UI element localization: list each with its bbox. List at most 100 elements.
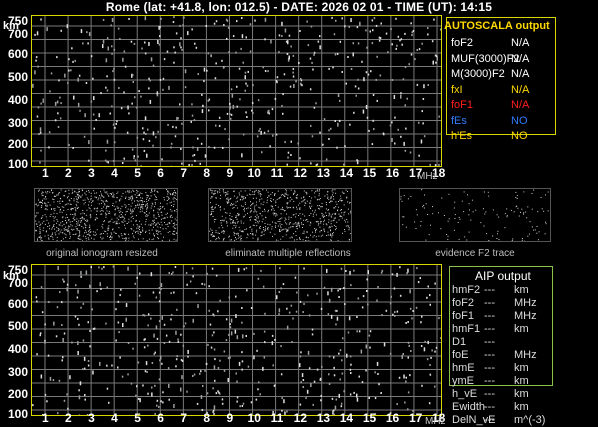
- noise-point: [389, 302, 392, 305]
- thumb-point: [149, 232, 151, 234]
- thumb-point: [330, 201, 332, 203]
- noise-point: [344, 25, 346, 28]
- thumb-point: [60, 198, 62, 200]
- thumb-point: [73, 219, 75, 221]
- thumb-point: [304, 204, 306, 206]
- thumb-point: [133, 208, 135, 210]
- thumb-point: [71, 192, 73, 194]
- thumb-point: [237, 200, 239, 202]
- thumb-point: [154, 202, 156, 204]
- thumb-point: [72, 191, 74, 193]
- noise-point: [369, 30, 371, 33]
- thumb-point: [220, 222, 222, 224]
- thumb-point: [115, 201, 117, 203]
- thumb-point: [125, 196, 127, 198]
- noise-point: [361, 60, 363, 63]
- x-tick: 11: [270, 166, 284, 180]
- noise-point: [78, 389, 80, 392]
- noise-point: [159, 78, 162, 81]
- thumb-point: [253, 207, 255, 209]
- thumb-point: [224, 212, 226, 214]
- noise-point: [320, 307, 323, 310]
- thumb-point: [484, 213, 486, 215]
- noise-point: [401, 354, 403, 359]
- thumb-point: [297, 224, 299, 226]
- noise-point: [391, 273, 394, 276]
- thumb-point: [274, 194, 276, 195]
- noise-point: [158, 405, 160, 408]
- thumb-point: [329, 213, 331, 215]
- thumb-point: [74, 214, 76, 216]
- thumb-point: [65, 236, 67, 238]
- thumb-point: [319, 189, 320, 191]
- thumb-point: [129, 198, 131, 200]
- noise-point: [408, 344, 410, 347]
- thumb-point: [210, 228, 212, 230]
- thumb-point: [309, 205, 311, 207]
- noise-point: [333, 374, 336, 377]
- thumb-point: [151, 223, 153, 225]
- noise-point: [303, 267, 305, 270]
- thumb-point: [53, 217, 55, 219]
- thumb-point: [158, 215, 160, 217]
- thumb-point: [127, 240, 129, 241]
- thumb-point: [82, 240, 83, 241]
- noise-point: [35, 56, 38, 59]
- thumb-point: [326, 224, 328, 226]
- noise-point: [229, 102, 231, 105]
- noise-point: [328, 67, 330, 70]
- thumb-point: [65, 234, 67, 236]
- noise-point: [59, 96, 61, 99]
- thumb-point: [45, 203, 47, 205]
- thumb-point: [105, 200, 107, 202]
- thumb-point: [118, 215, 120, 217]
- thumb-point: [253, 211, 255, 213]
- noise-point: [229, 326, 232, 329]
- thumb-point: [211, 196, 212, 198]
- thumb-point: [174, 218, 176, 220]
- noise-point: [284, 28, 287, 33]
- noise-point: [130, 382, 133, 385]
- noise-point: [230, 113, 233, 116]
- noise-point: [168, 398, 170, 401]
- thumb-point: [305, 240, 307, 241]
- thumb-point: [153, 209, 155, 211]
- thumb-point: [49, 204, 51, 206]
- noise-point: [105, 86, 107, 89]
- noise-point: [222, 147, 224, 149]
- thumb-point: [222, 190, 224, 192]
- noise-point: [68, 69, 70, 72]
- noise-point: [152, 64, 155, 67]
- thumb-point: [48, 237, 50, 239]
- thumb-point: [454, 218, 456, 219]
- noise-point: [229, 356, 231, 359]
- thumb-point: [277, 206, 279, 208]
- noise-point: [181, 375, 183, 380]
- noise-point: [276, 295, 278, 300]
- thumb-point: [483, 191, 485, 193]
- noise-point: [391, 79, 394, 81]
- thumb-point: [76, 229, 78, 231]
- thumb-point: [289, 196, 291, 198]
- noise-point: [217, 367, 220, 369]
- thumb-point: [210, 211, 212, 213]
- thumb-point: [328, 212, 330, 214]
- noise-point: [356, 26, 359, 29]
- thumb-point: [148, 195, 150, 197]
- noise-point: [74, 59, 76, 62]
- thumb-point: [79, 191, 80, 192]
- thumb-point: [35, 220, 37, 222]
- thumb-point: [120, 208, 122, 210]
- noise-point: [77, 317, 79, 320]
- aip-row-unit: MHz: [514, 349, 537, 361]
- noise-point: [264, 17, 267, 22]
- noise-point: [385, 32, 388, 35]
- thumb-point: [151, 202, 153, 204]
- thumb-point: [132, 218, 134, 220]
- noise-point: [82, 42, 84, 45]
- noise-point: [191, 103, 193, 106]
- noise-point: [227, 357, 230, 360]
- thumb-point: [68, 199, 70, 201]
- thumb-point: [297, 222, 299, 224]
- thumb-point: [454, 201, 456, 203]
